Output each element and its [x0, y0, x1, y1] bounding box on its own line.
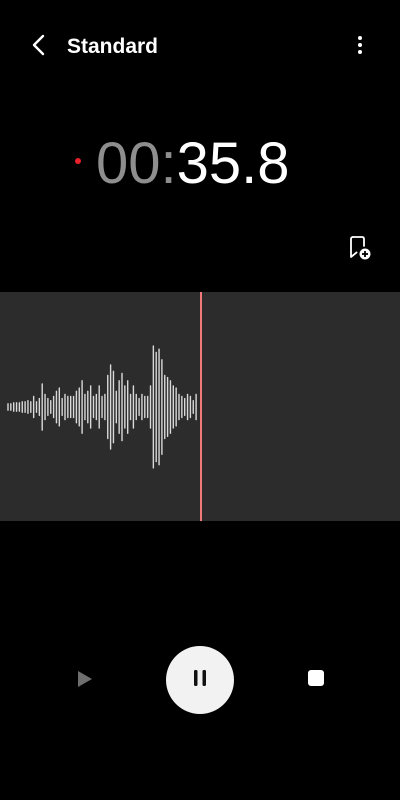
play-button[interactable]	[70, 666, 100, 696]
add-bookmark-icon	[348, 235, 372, 266]
play-icon	[77, 670, 93, 693]
stop-icon	[307, 669, 325, 692]
add-bookmark-button[interactable]	[346, 235, 374, 266]
elapsed-time: 00:35.8	[96, 128, 290, 200]
stop-button[interactable]	[300, 664, 332, 696]
pause-button[interactable]	[166, 646, 234, 714]
page-title: Standard	[67, 35, 159, 58]
more-vertical-icon	[357, 34, 363, 61]
pause-icon	[192, 669, 208, 692]
app-bar: Standard	[0, 0, 400, 94]
recording-indicator	[75, 158, 81, 164]
waveform-panel[interactable]	[0, 292, 400, 521]
more-options-button[interactable]	[346, 30, 374, 64]
chevron-left-icon	[31, 33, 47, 62]
back-button[interactable]	[22, 30, 56, 64]
recording-timer: 00:35.8	[0, 128, 400, 200]
elapsed-minutes: 00	[96, 131, 161, 196]
time-separator: :	[160, 131, 177, 196]
waveform	[7, 292, 202, 521]
elapsed-seconds: 35.8	[176, 131, 290, 196]
playback-controls	[0, 640, 400, 720]
